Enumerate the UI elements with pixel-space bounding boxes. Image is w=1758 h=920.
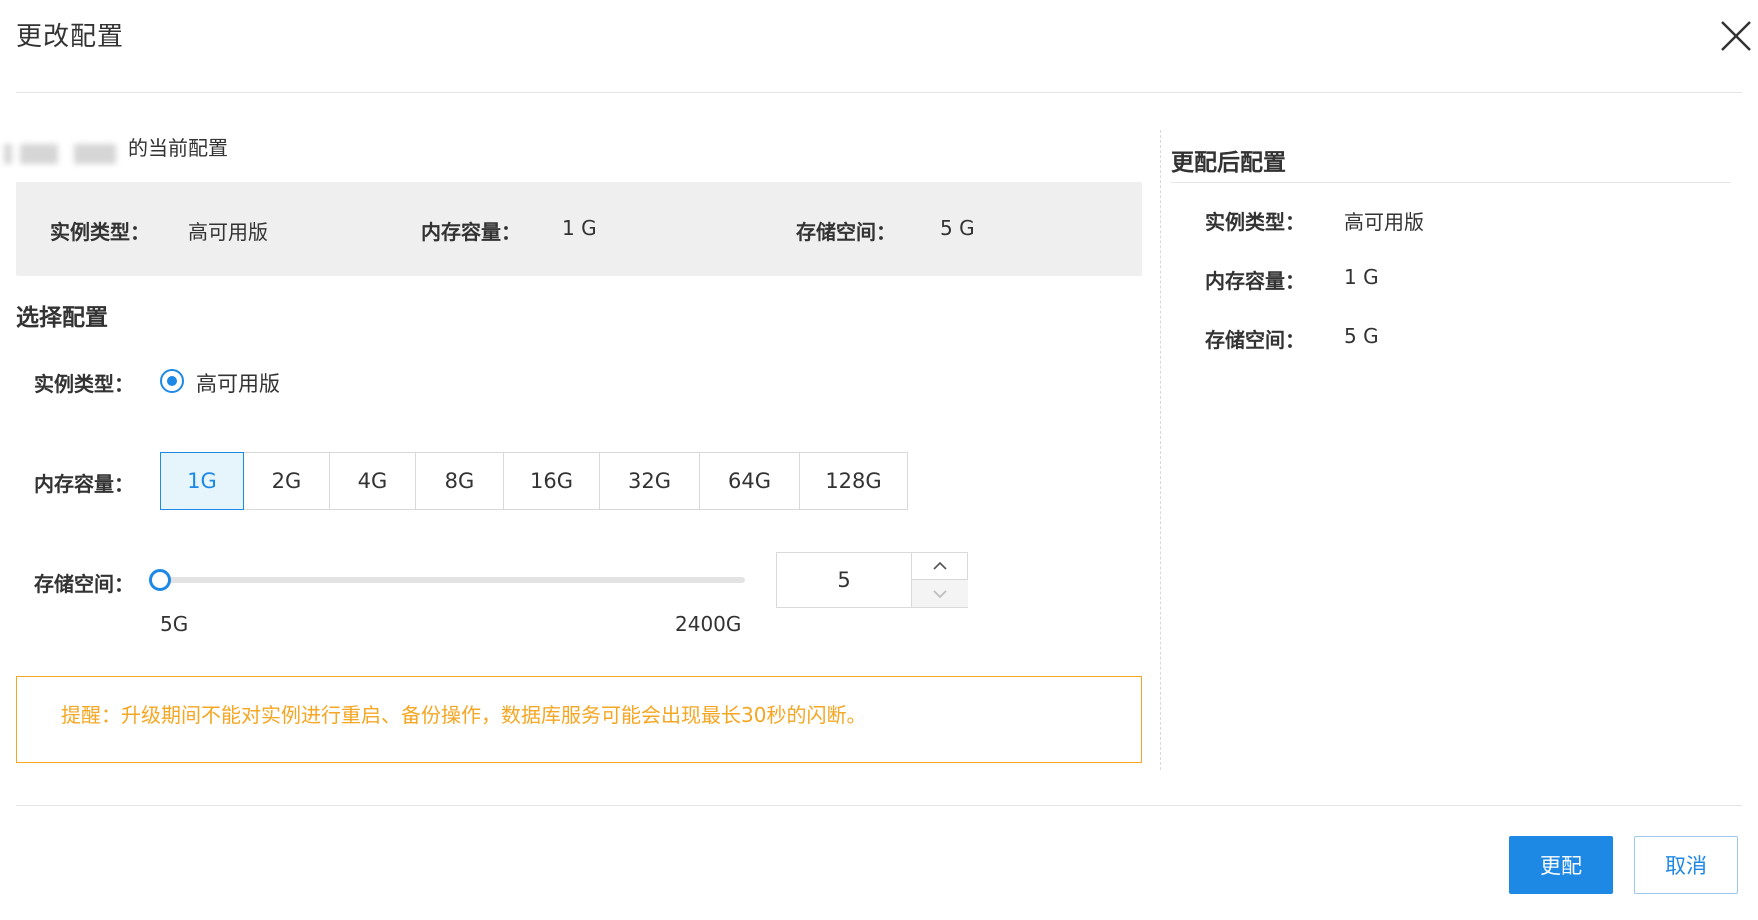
current-storage-value: 5 G <box>940 216 975 240</box>
storage-number-input[interactable]: 5 <box>776 552 968 608</box>
memory-option-8g[interactable]: 8G <box>416 452 504 510</box>
decrement-button[interactable] <box>912 580 968 607</box>
after-config-title: 更配后配置 <box>1171 150 1286 176</box>
memory-option-32g[interactable]: 32G <box>600 452 700 510</box>
storage-slider-handle[interactable] <box>149 569 171 591</box>
memory-option-1g[interactable]: 1G <box>160 452 244 510</box>
current-memory-label: 内存容量： <box>421 220 521 244</box>
current-memory-value: 1 G <box>562 216 597 240</box>
memory-label: 内存容量： <box>34 472 134 496</box>
storage-max-label: 2400G <box>675 612 742 636</box>
storage-label: 存储空间： <box>34 572 134 596</box>
instance-type-label: 实例类型： <box>34 372 134 396</box>
storage-number-value[interactable]: 5 <box>777 553 911 607</box>
after-storage-label: 存储空间： <box>1205 328 1305 352</box>
number-stepper <box>911 553 968 607</box>
instance-type-radio[interactable] <box>160 369 184 393</box>
cancel-button[interactable]: 取消 <box>1634 836 1738 894</box>
increment-button[interactable] <box>912 553 968 580</box>
after-storage-value: 5 G <box>1344 324 1379 348</box>
upgrade-warning-alert: 提醒：升级期间不能对实例进行重启、备份操作，数据库服务可能会出现最长30秒的闪断… <box>16 676 1142 763</box>
footer-divider <box>16 805 1742 806</box>
after-instance-type-value: 高可用版 <box>1344 210 1424 234</box>
after-memory-label: 内存容量： <box>1205 269 1305 293</box>
alert-text: 提醒：升级期间不能对实例进行重启、备份操作，数据库服务可能会出现最长30秒的闪断… <box>61 703 867 727</box>
instance-type-option-label[interactable]: 高可用版 <box>196 368 280 398</box>
current-instance-type-label: 实例类型： <box>50 220 150 244</box>
memory-option-16g[interactable]: 16G <box>504 452 600 510</box>
memory-option-128g[interactable]: 128G <box>800 452 908 510</box>
radio-dot <box>167 376 177 386</box>
column-divider <box>1160 130 1161 770</box>
select-config-title: 选择配置 <box>16 305 108 331</box>
memory-option-2g[interactable]: 2G <box>244 452 330 510</box>
memory-option-group: 1G 2G 4G 8G 16G 32G 64G 128G <box>160 452 908 510</box>
instance-name-redacted <box>4 140 126 166</box>
current-config-panel: 实例类型： 高可用版 内存容量： 1 G 存储空间： 5 G <box>16 182 1142 276</box>
current-config-heading: 的当前配置 <box>128 136 228 160</box>
dialog-title: 更改配置 <box>16 22 125 52</box>
current-storage-label: 存储空间： <box>796 220 896 244</box>
after-instance-type-label: 实例类型： <box>1205 210 1305 234</box>
current-instance-type-value: 高可用版 <box>188 220 268 244</box>
after-config-divider <box>1171 182 1731 183</box>
storage-slider-track[interactable] <box>160 577 745 583</box>
confirm-upgrade-button[interactable]: 更配 <box>1509 836 1613 894</box>
after-memory-value: 1 G <box>1344 265 1379 289</box>
memory-option-64g[interactable]: 64G <box>700 452 800 510</box>
close-icon[interactable] <box>1716 16 1756 56</box>
storage-min-label: 5G <box>160 612 189 636</box>
memory-option-4g[interactable]: 4G <box>330 452 416 510</box>
chevron-up-icon <box>933 561 947 570</box>
chevron-down-icon <box>933 589 947 598</box>
header-divider <box>16 92 1742 93</box>
